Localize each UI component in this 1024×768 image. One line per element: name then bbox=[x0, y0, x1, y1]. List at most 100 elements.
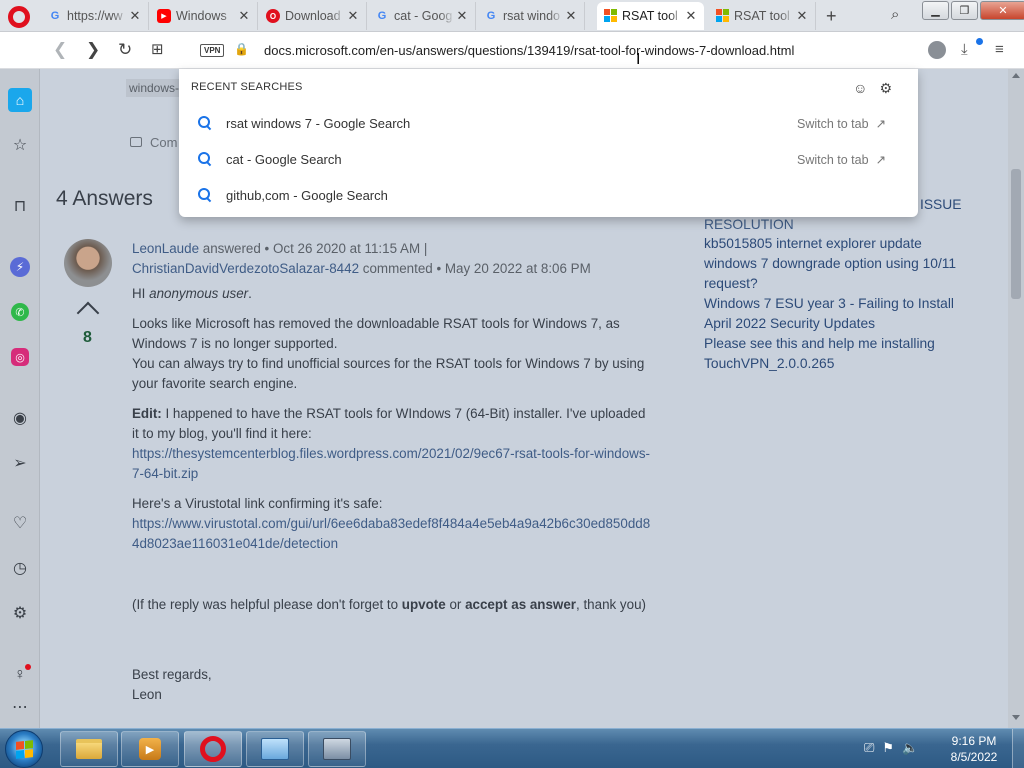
start-button[interactable] bbox=[5, 730, 43, 768]
control-panel-taskbar-button[interactable] bbox=[246, 731, 304, 767]
heart-icon[interactable]: ♡ bbox=[8, 511, 32, 535]
url-text[interactable]: docs.microsoft.com/en-us/answers/questio… bbox=[264, 43, 794, 58]
virustotal-paragraph: Here's a Virustotal link confirming it's… bbox=[132, 496, 651, 551]
emoji-icon[interactable]: ☺ bbox=[853, 80, 867, 97]
google-icon: G bbox=[377, 10, 387, 22]
vote-count: 8 bbox=[83, 329, 92, 346]
restore-button[interactable]: ❐ bbox=[951, 1, 978, 20]
dropdown-icons: ☺ ⚙ bbox=[853, 80, 892, 97]
profile-icon[interactable] bbox=[928, 41, 946, 63]
related-question-link[interactable]: Windows 7 ESU year 3 - Failing to Instal… bbox=[704, 294, 974, 334]
lock-icon[interactable]: 🔒 bbox=[234, 42, 249, 56]
close-tab-icon[interactable]: ✕ bbox=[237, 8, 251, 24]
network-taskbar-button[interactable] bbox=[308, 731, 366, 767]
related-question-link[interactable]: kb5015805 internet explorer update bbox=[704, 234, 974, 254]
blog-download-link[interactable]: https://thesystemcenterblog.files.wordpr… bbox=[132, 446, 650, 481]
scroll-down-arrow-icon[interactable] bbox=[1012, 715, 1020, 720]
tab-title: cat - Goog bbox=[394, 9, 453, 23]
tab-strip: G https://ww ✕ ▶ Windows ✕ O Download ✕ … bbox=[0, 0, 1024, 32]
avatar[interactable] bbox=[64, 239, 112, 287]
answer-signoff: Best regards, Leon bbox=[132, 667, 212, 702]
history-clock-icon[interactable]: ◷ bbox=[8, 556, 32, 580]
player-icon[interactable]: ◉ bbox=[8, 406, 32, 430]
tab-4[interactable]: G cat - Goog ✕ bbox=[369, 2, 476, 30]
more-icon[interactable]: ⋯ bbox=[8, 695, 32, 719]
scrollbar-thumb[interactable] bbox=[1011, 169, 1021, 299]
close-tab-icon[interactable]: ✕ bbox=[564, 8, 578, 24]
tab-3[interactable]: O Download ✕ bbox=[260, 2, 367, 30]
taskbar-clock[interactable]: 9:16 PM 8/5/2022 bbox=[944, 733, 1004, 765]
opera-menu-icon[interactable] bbox=[8, 6, 30, 28]
microsoft-icon bbox=[715, 9, 729, 23]
opera-taskbar-button[interactable] bbox=[184, 731, 242, 767]
send-icon[interactable]: ➢ bbox=[8, 451, 32, 475]
close-tab-icon[interactable]: ✕ bbox=[795, 8, 809, 24]
virustotal-link[interactable]: https://www.virustotal.com/gui/url/6ee6d… bbox=[132, 516, 650, 551]
messenger-icon[interactable]: ⚡ bbox=[10, 257, 30, 277]
scroll-up-arrow-icon[interactable] bbox=[1012, 73, 1020, 78]
instagram-icon[interactable]: ◎ bbox=[11, 348, 29, 366]
google-icon: G bbox=[486, 10, 496, 22]
tab-6-active[interactable]: RSAT tool ✕ bbox=[597, 2, 704, 30]
microsoft-icon bbox=[603, 9, 617, 23]
close-tab-icon[interactable]: ✕ bbox=[455, 8, 469, 24]
volume-icon[interactable]: 🔈 bbox=[902, 740, 918, 756]
page-scrollbar[interactable] bbox=[1008, 69, 1024, 728]
search-icon bbox=[198, 188, 212, 202]
vpn-badge[interactable]: VPN bbox=[200, 44, 225, 57]
back-icon[interactable]: ❮ bbox=[53, 40, 67, 60]
forward-icon[interactable]: ❯ bbox=[86, 40, 100, 60]
explorer-taskbar-button[interactable] bbox=[60, 731, 118, 767]
comment-button[interactable]: Com bbox=[130, 135, 177, 150]
switch-to-tab-link[interactable]: Switch to tab ↗ bbox=[797, 116, 886, 131]
tab-2[interactable]: ▶ Windows ✕ bbox=[151, 2, 258, 30]
close-tab-icon[interactable]: ✕ bbox=[346, 8, 360, 24]
tab-7[interactable]: RSAT tool ✕ bbox=[709, 2, 816, 30]
switch-to-tab-link[interactable]: Switch to tab ↗ bbox=[797, 152, 886, 167]
settings-gear-icon[interactable]: ⚙ bbox=[8, 601, 32, 625]
system-tray: ⎚ ⚑ 🔈 bbox=[864, 740, 918, 756]
tab-search-icon[interactable]: ⌕ bbox=[891, 6, 899, 23]
question-tag[interactable]: windows- bbox=[126, 79, 183, 97]
author-link[interactable]: LeonLaude bbox=[132, 241, 199, 256]
close-tab-icon[interactable]: ✕ bbox=[684, 8, 698, 24]
notification-dot bbox=[25, 664, 31, 670]
show-desktop-button[interactable] bbox=[1012, 729, 1024, 768]
close-window-button[interactable]: ✕ bbox=[980, 1, 1024, 20]
tab-title: RSAT tool bbox=[622, 9, 678, 23]
reload-icon[interactable]: ↻ bbox=[118, 40, 132, 60]
opera-icon: O bbox=[266, 9, 280, 23]
tabs-grid-icon[interactable]: ⊞ bbox=[151, 40, 164, 58]
suggestion-item[interactable]: github,com - Google Search bbox=[179, 177, 918, 213]
whatsapp-icon[interactable]: ✆ bbox=[11, 303, 29, 321]
minimize-button[interactable]: ▁ bbox=[922, 1, 949, 20]
suggestion-item[interactable]: rsat windows 7 - Google Search Switch to… bbox=[179, 105, 918, 141]
address-bar[interactable]: VPN 🔒 docs.microsoft.com/en-us/answers/q… bbox=[179, 34, 918, 68]
tab-1[interactable]: G https://ww ✕ bbox=[42, 2, 149, 30]
close-tab-icon[interactable]: ✕ bbox=[128, 8, 142, 24]
easy-setup-icon[interactable]: ≡ bbox=[995, 41, 1004, 58]
new-tab-icon[interactable]: + bbox=[826, 6, 837, 27]
related-question-link[interactable]: Please see this and help me installing T… bbox=[704, 334, 954, 374]
network-tray-icon[interactable]: ⎚ bbox=[864, 740, 874, 756]
recent-searches-dropdown: RECENT SEARCHES ☺ ⚙ rsat windows 7 - Goo… bbox=[179, 69, 918, 217]
answers-heading: 4 Answers bbox=[56, 187, 153, 210]
action-center-flag-icon[interactable]: ⚑ bbox=[882, 740, 894, 756]
answer-edit-paragraph: Edit: I happened to have the RSAT tools … bbox=[132, 406, 650, 481]
commenter-link[interactable]: ChristianDavidVerdezotoSalazar-8442 bbox=[132, 261, 359, 276]
clock-time: 9:16 PM bbox=[951, 734, 997, 748]
media-player-icon: ▶ bbox=[139, 738, 161, 760]
opera-icon bbox=[200, 736, 226, 762]
settings-gear-icon[interactable]: ⚙ bbox=[879, 80, 892, 97]
related-question-link[interactable]: windows 7 downgrade option using 10/11 r… bbox=[704, 254, 984, 294]
commented-meta: commented • May 20 2022 at 8:06 PM bbox=[362, 261, 591, 276]
download-icon[interactable]: ⤓ bbox=[961, 41, 968, 58]
star-bookmarks-icon[interactable]: ☆ bbox=[8, 133, 32, 157]
answer-greeting: HI anonymous user. bbox=[132, 286, 252, 301]
tab-5[interactable]: G rsat windo ✕ bbox=[478, 2, 585, 30]
upvote-chevron-icon[interactable] bbox=[76, 301, 100, 315]
shopping-bag-icon[interactable]: ⊓ bbox=[8, 194, 32, 218]
home-icon[interactable]: ⌂ bbox=[8, 88, 32, 112]
suggestion-item[interactable]: cat - Google Search Switch to tab ↗ bbox=[179, 141, 918, 177]
media-player-taskbar-button[interactable]: ▶ bbox=[121, 731, 179, 767]
